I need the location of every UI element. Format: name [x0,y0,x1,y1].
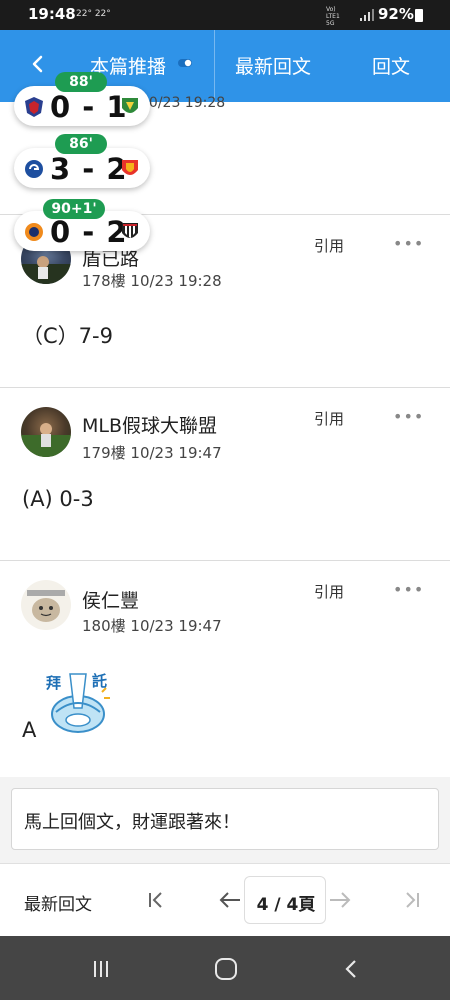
tab-latest-replies[interactable]: 最新回文 [235,52,311,79]
more-options-icon[interactable]: ••• [393,234,424,253]
score-card-1[interactable]: 0 - 1 [14,86,150,126]
sticker-image: 拜 託 [40,664,116,738]
last-page-icon[interactable] [398,886,426,914]
battery-icon [415,9,423,22]
match-score: 0 - 1 [50,90,128,124]
reply-input[interactable]: 馬上回個文，財運跟著來！ [11,788,439,850]
team-crest-icon [25,160,43,178]
match-score: 0 - 2 [50,215,128,249]
match-score: 3 - 2 [50,152,128,186]
post-floor-time: 178樓 10/23 19:28 [82,272,222,290]
post-divider [0,560,450,561]
post-content: A [22,718,37,742]
quote-button[interactable]: 引用 [314,581,344,602]
team-crest-icon [122,98,138,113]
more-options-icon[interactable]: ••• [393,580,424,599]
author-name[interactable]: 侯仁豐 [82,586,139,613]
team-crest-icon [25,97,43,117]
previous-post-time: 10/23 19:28 [140,95,226,111]
battery-level: 92% [378,5,414,23]
post-content: (A) 0-3 [22,487,94,511]
home-icon[interactable] [212,956,240,982]
nav-divider [214,30,215,102]
system-back-icon[interactable] [338,956,366,982]
tab-reply[interactable]: 回文 [372,52,410,79]
first-page-icon[interactable] [142,886,170,914]
quote-button[interactable]: 引用 [314,235,344,256]
match-minute: 90+1' [43,199,105,219]
sticker-text: 託 [92,672,108,690]
more-options-icon[interactable]: ••• [393,407,424,426]
weather-temps: 22° 22° [76,9,111,19]
page-selector[interactable]: 4 / 4頁 [244,876,326,924]
toggle-icon[interactable] [178,59,192,67]
match-minute: 88' [55,72,107,92]
post-floor-time: 179樓 10/23 19:47 [82,444,222,462]
team-crest-icon [122,160,138,175]
score-card-2[interactable]: 3 - 2 [14,148,150,188]
post-floor-time: 180樓 10/23 19:47 [82,617,222,635]
avatar[interactable] [21,407,71,457]
team-crest-icon [122,223,138,238]
sticker-text: 拜 [46,674,62,692]
post-divider [0,387,450,388]
avatar[interactable] [21,580,71,630]
signal-icon [360,9,374,21]
network-indicator: Vo) LTE1 5G [326,6,340,27]
recent-apps-icon[interactable] [87,956,115,982]
latest-replies-button[interactable]: 最新回文 [24,890,92,915]
clock: 19:48 [28,5,76,23]
back-icon[interactable] [24,50,52,78]
match-minute: 86' [55,134,107,154]
reply-placeholder: 馬上回個文，財運跟著來！ [24,812,240,833]
previous-page-icon[interactable] [216,886,244,914]
author-name[interactable]: MLB假球大聯盟 [82,411,217,438]
team-crest-icon [25,223,43,241]
quote-button[interactable]: 引用 [314,408,344,429]
next-page-icon[interactable] [326,886,354,914]
status-bar: 19:48 22° 22° Vo) LTE1 5G 92% [0,0,450,30]
page-indicator: 4 / 4頁 [256,895,316,915]
system-nav-bar [0,936,450,1000]
post-content: （C）7-9 [22,324,113,348]
pager-bar: 最新回文 4 / 4頁 [0,863,450,936]
reply-area: 馬上回個文，財運跟著來！ [0,777,450,863]
